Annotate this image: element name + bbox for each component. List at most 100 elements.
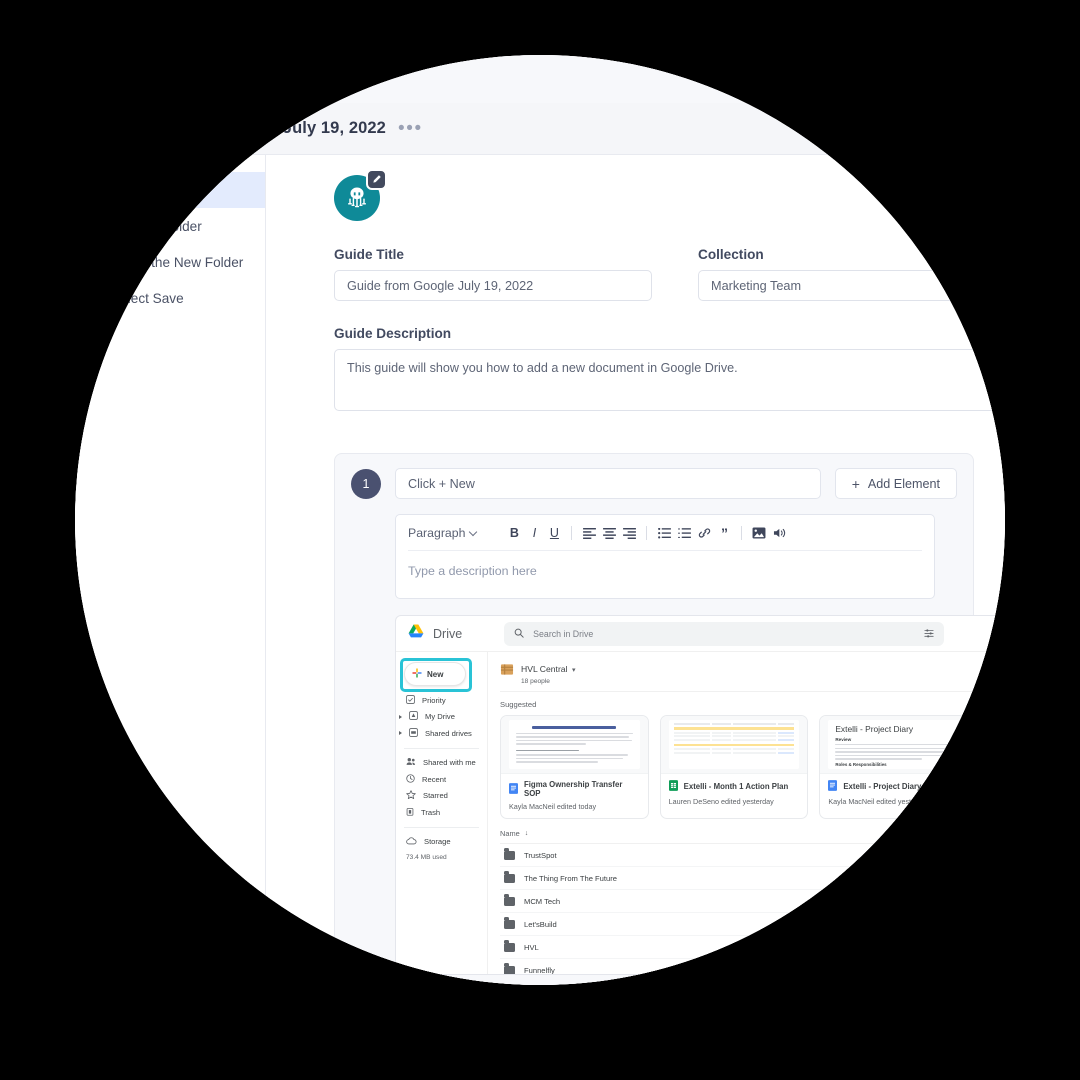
- table-row[interactable]: MCM Tech: [500, 890, 1005, 913]
- card-footer: Extelli - Project Diary Kayla MacNeil ed…: [820, 773, 968, 813]
- sidebar-item-label: 2. Click on Folder: [96, 218, 202, 234]
- drive-nav-storage[interactable]: Storage: [396, 834, 487, 851]
- rich-text-editor: Paragraph B I U ” Type a description her…: [395, 514, 935, 599]
- folder-icon: [504, 894, 515, 906]
- card-name: Extelli - Project Diary: [843, 782, 922, 791]
- guide-title-input[interactable]: Guide from Google July 19, 2022: [334, 270, 652, 301]
- tune-filter-icon[interactable]: [924, 625, 934, 643]
- audio-icon[interactable]: [769, 524, 789, 542]
- editor-placeholder[interactable]: Type a description here: [396, 551, 934, 598]
- plus-icon: +: [851, 475, 860, 492]
- collection-input[interactable]: Marketing Team: [698, 270, 1005, 301]
- drive-nav-shared-drives[interactable]: Shared drives: [396, 725, 487, 742]
- steps-sidebar: 1. Click + New 2. Click on Folder 3. Nam…: [75, 155, 266, 985]
- google-sheets-icon: [668, 780, 678, 793]
- circular-mask: Guide from Google July 19, 2022 ••• 1. C…: [75, 55, 1005, 985]
- image-icon[interactable]: [749, 524, 769, 542]
- step-title-input[interactable]: Click + New: [395, 468, 821, 499]
- drive-nav-starred[interactable]: Starred: [396, 788, 487, 805]
- drive-nav-label: Recent: [422, 774, 447, 784]
- drive-suggested-card[interactable]: Extelli - Project Diary Review Roles & R…: [819, 715, 969, 819]
- ellipsis-icon[interactable]: •••: [398, 119, 423, 138]
- caret-right-icon[interactable]: [399, 731, 402, 736]
- drive-topbar: Drive Search in Drive: [396, 616, 1005, 652]
- folder-icon: [504, 963, 515, 974]
- table-header: Name ↓ Last modified: [500, 829, 1005, 844]
- thumbnail: Extelli - Project Diary Review Roles & R…: [820, 716, 968, 773]
- drive-nav-priority[interactable]: Priority: [396, 692, 487, 709]
- guide-description-field: Guide Description This guide will show y…: [334, 326, 1005, 411]
- chevron-down-icon[interactable]: ▾: [572, 667, 576, 674]
- window-top-chrome: [75, 55, 1005, 103]
- drive-suggested-cards: Figma Ownership Transfer SOP Kayla MacNe…: [500, 715, 1005, 819]
- edit-pencil-icon[interactable]: [366, 169, 387, 190]
- toolbar-divider: [571, 526, 573, 540]
- drive-storage-used: 73.4 MB used: [406, 854, 447, 861]
- toolbar-divider: [741, 526, 743, 540]
- guide-title-field: Guide Title Guide from Google July 19, 2…: [334, 247, 652, 301]
- thumbnail-page: [668, 720, 800, 769]
- table-row[interactable]: Let'sBuild: [500, 913, 1005, 936]
- block-style-label: Paragraph: [408, 526, 466, 540]
- drive-suggested-card[interactable]: Figma Ownership Transfer SOP Kayla MacNe…: [500, 715, 649, 819]
- drive-location-people: 18 people: [521, 678, 550, 685]
- italic-icon[interactable]: I: [524, 524, 544, 542]
- bullet-list-icon[interactable]: [654, 524, 674, 542]
- row-name: HVL: [524, 942, 539, 952]
- sidebar-item-label: 4. Select Save: [96, 290, 184, 306]
- star-icon: [406, 790, 416, 801]
- people-icon: [406, 757, 416, 768]
- link-icon[interactable]: [694, 524, 714, 542]
- drive-suggested-card[interactable]: [979, 715, 1005, 819]
- google-drive-logo-icon: [408, 624, 425, 644]
- arrow-down-icon[interactable]: ↓: [525, 830, 529, 837]
- thumbnail: [980, 716, 1005, 773]
- block-style-select[interactable]: Paragraph: [408, 526, 478, 540]
- card-meta: Lauren DeSeno edited yesterday: [668, 797, 774, 806]
- sidebar-item-step-1[interactable]: 1. Click + New: [75, 172, 265, 208]
- editor-toolbar: Paragraph B I U ”: [408, 515, 922, 551]
- avatar[interactable]: [334, 169, 387, 221]
- table-row[interactable]: The Thing From The Future: [500, 867, 1005, 890]
- drive-nav-label: Storage: [424, 837, 451, 847]
- thumbnail-page: [509, 720, 640, 769]
- column-header-name[interactable]: Name: [500, 829, 520, 838]
- drive-nav-shared-with-me[interactable]: Shared with me: [396, 755, 487, 772]
- add-element-button[interactable]: + Add Element: [834, 468, 957, 499]
- drive-new-button[interactable]: New: [404, 662, 466, 686]
- drive-nav-trash[interactable]: Trash: [396, 804, 487, 821]
- sidebar-item-step-4[interactable]: 4. Select Save: [75, 280, 265, 316]
- header-row: Created by Jane Hop: [296, 169, 1005, 221]
- thumbnail-page: Extelli - Project Diary Review Roles & R…: [828, 720, 960, 769]
- drive-new-wrap: New: [396, 660, 487, 692]
- sidebar-item-step-3[interactable]: 3. Name the New Folder: [75, 244, 265, 280]
- align-left-icon[interactable]: [579, 524, 599, 542]
- guide-description-input[interactable]: This guide will show you how to add a ne…: [334, 349, 1005, 411]
- page-title: Guide from Google July 19, 2022: [127, 119, 386, 137]
- chevron-down-icon: [469, 527, 478, 536]
- drive-sidebar: New Priority My Drive Shared drives Shar…: [396, 652, 488, 974]
- align-center-icon[interactable]: [599, 524, 619, 542]
- chevron-left-icon[interactable]: [94, 118, 114, 139]
- caret-right-icon[interactable]: [399, 714, 402, 719]
- table-row[interactable]: HVL: [500, 936, 1005, 959]
- card-footer: [980, 773, 1005, 791]
- underline-icon[interactable]: U: [544, 524, 564, 542]
- numbered-list-icon[interactable]: [674, 524, 694, 542]
- blockquote-icon[interactable]: ”: [714, 524, 734, 542]
- drive-search-placeholder: Search in Drive: [533, 628, 594, 639]
- card-name-row: Figma Ownership Transfer SOP: [509, 780, 640, 798]
- titlebar: Guide from Google July 19, 2022 •••: [75, 103, 1005, 155]
- drive-main: New Priority My Drive Shared drives Shar…: [396, 652, 1005, 974]
- bold-icon[interactable]: B: [504, 524, 524, 542]
- table-row[interactable]: Funnelfly: [500, 959, 1005, 974]
- drive-nav-my-drive[interactable]: My Drive: [396, 709, 487, 726]
- align-right-icon[interactable]: [619, 524, 639, 542]
- step-number-badge: 1: [351, 468, 381, 499]
- table-row[interactable]: TrustSpot Mar 3, 2: [500, 844, 1005, 867]
- drive-search-input[interactable]: Search in Drive: [504, 621, 945, 646]
- drive-location[interactable]: HVL Central ▾ 18 people: [500, 659, 1005, 692]
- drive-nav-recent[interactable]: Recent: [396, 771, 487, 788]
- sidebar-item-step-2[interactable]: 2. Click on Folder: [75, 208, 265, 244]
- drive-suggested-card[interactable]: Extelli - Month 1 Action Plan Lauren DeS…: [659, 715, 809, 819]
